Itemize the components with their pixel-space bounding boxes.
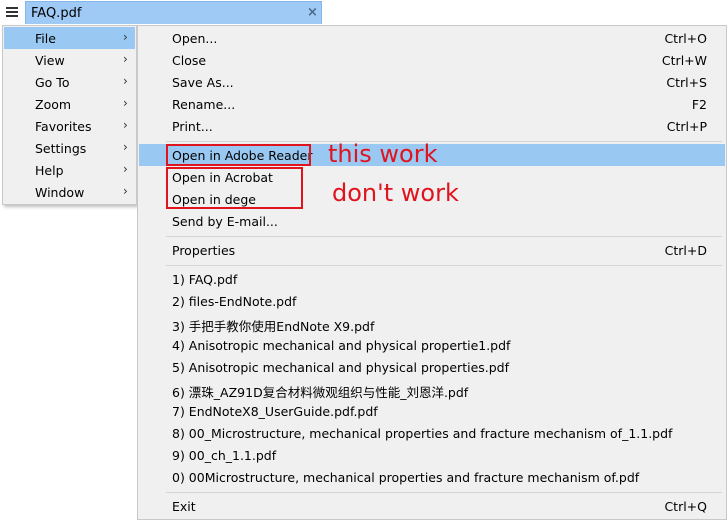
recent-file-item[interactable]: 0) 00Microstructure, mechanical properti…	[139, 466, 725, 488]
menu-item-label: Rename...	[172, 97, 236, 112]
menu-item-label: Properties	[172, 243, 236, 258]
save-as-menu-item[interactable]: Save As... Ctrl+S	[139, 71, 725, 93]
document-tab[interactable]: FAQ.pdf ×	[25, 1, 322, 24]
menu-item-label: Save As...	[172, 75, 234, 90]
annotation-box-not-works	[166, 167, 303, 209]
recent-file-label: 5) Anisotropic mechanical and physical p…	[172, 360, 510, 375]
menu-item-label: Window	[35, 185, 85, 200]
chevron-right-icon: ›	[123, 118, 128, 132]
menu-item-label: Zoom	[35, 97, 72, 112]
menu-item-label: View	[35, 53, 65, 68]
menu-item-label: Exit	[172, 499, 196, 514]
recent-file-label: 7) EndNoteX8_UserGuide.pdf.pdf	[172, 404, 378, 419]
print-menu-item[interactable]: Print... Ctrl+P	[139, 115, 725, 137]
exit-menu-item[interactable]: Exit Ctrl+Q	[139, 495, 725, 517]
recent-file-item[interactable]: 5) Anisotropic mechanical and physical p…	[139, 356, 725, 378]
chevron-right-icon: ›	[123, 96, 128, 110]
send-by-email-menu-item[interactable]: Send by E-mail...	[139, 210, 725, 232]
menu-separator	[166, 141, 722, 142]
shortcut-label: Ctrl+P	[666, 119, 707, 134]
close-tab-icon[interactable]: ×	[307, 5, 318, 20]
recent-file-label: 2) files-EndNote.pdf	[172, 294, 297, 309]
menu-item-view[interactable]: View ›	[4, 49, 135, 71]
shortcut-label: Ctrl+Q	[664, 499, 707, 514]
recent-file-label: 8) 00_Microstructure, mechanical propert…	[172, 426, 673, 441]
shortcut-label: Ctrl+D	[664, 243, 707, 258]
menu-item-label: Go To	[35, 75, 70, 90]
menu-item-label: Settings	[35, 141, 87, 156]
menu-item-label: Send by E-mail...	[172, 214, 278, 229]
recent-file-item[interactable]: 1) FAQ.pdf	[139, 268, 725, 290]
menu-item-goto[interactable]: Go To ›	[4, 71, 135, 93]
chevron-right-icon: ›	[123, 74, 128, 88]
recent-file-label: 1) FAQ.pdf	[172, 272, 238, 287]
menu-item-file[interactable]: File ›	[4, 27, 135, 49]
recent-file-label: 6) 漂珠_AZ91D复合材料微观组织与性能_刘恩洋.pdf	[172, 385, 469, 400]
menu-item-settings[interactable]: Settings ›	[4, 137, 135, 159]
menu-item-help[interactable]: Help ›	[4, 159, 135, 181]
chevron-right-icon: ›	[123, 162, 128, 176]
recent-file-item[interactable]: 7) EndNoteX8_UserGuide.pdf.pdf	[139, 400, 725, 422]
recent-file-label: 0) 00Microstructure, mechanical properti…	[172, 470, 640, 485]
menu-item-label: Open...	[172, 31, 218, 46]
menu-item-label: Close	[172, 53, 207, 68]
annotation-box-works	[166, 144, 311, 166]
menu-separator	[166, 492, 722, 493]
recent-file-item[interactable]: 8) 00_Microstructure, mechanical propert…	[139, 422, 725, 444]
menu-separator	[166, 236, 722, 237]
menu-separator	[166, 265, 722, 266]
close-menu-item[interactable]: Close Ctrl+W	[139, 49, 725, 71]
menu-item-label: Help	[35, 163, 64, 178]
recent-file-label: 3) 手把手教你使用EndNote X9.pdf	[172, 319, 375, 334]
shortcut-label: Ctrl+W	[661, 53, 707, 68]
annotation-this-work: this work	[328, 140, 438, 168]
open-menu-item[interactable]: Open... Ctrl+O	[139, 27, 725, 49]
shortcut-label: Ctrl+S	[666, 75, 707, 90]
recent-file-item[interactable]: 4) Anisotropic mechanical and physical p…	[139, 334, 725, 356]
chevron-right-icon: ›	[123, 140, 128, 154]
shortcut-label: F2	[691, 97, 707, 112]
menu-item-zoom[interactable]: Zoom ›	[4, 93, 135, 115]
shortcut-label: Ctrl+O	[664, 31, 707, 46]
hamburger-menu-icon[interactable]	[2, 2, 22, 22]
rename-menu-item[interactable]: Rename... F2	[139, 93, 725, 115]
recent-file-label: 9) 00_ch_1.1.pdf	[172, 448, 277, 463]
menu-item-label: Favorites	[35, 119, 92, 134]
menu-item-label: File	[35, 31, 56, 46]
tab-bar: FAQ.pdf ×	[0, 0, 727, 25]
recent-file-item[interactable]: 6) 漂珠_AZ91D复合材料微观组织与性能_刘恩洋.pdf	[139, 378, 725, 400]
chevron-right-icon: ›	[123, 30, 128, 44]
menu-item-favorites[interactable]: Favorites ›	[4, 115, 135, 137]
menu-item-window[interactable]: Window ›	[4, 181, 135, 203]
main-menu: File › View › Go To › Zoom › Favorites ›…	[2, 25, 137, 205]
recent-file-label: 4) Anisotropic mechanical and physical p…	[172, 338, 511, 353]
chevron-right-icon: ›	[123, 184, 128, 198]
recent-file-item[interactable]: 2) files-EndNote.pdf	[139, 290, 725, 312]
annotation-dont-work: don't work	[332, 179, 459, 207]
file-submenu: Open... Ctrl+O Close Ctrl+W Save As... C…	[137, 25, 727, 520]
chevron-right-icon: ›	[123, 52, 128, 66]
properties-menu-item[interactable]: Properties Ctrl+D	[139, 239, 725, 261]
tab-title: FAQ.pdf	[31, 6, 82, 21]
menu-item-label: Print...	[172, 119, 213, 134]
recent-file-item[interactable]: 3) 手把手教你使用EndNote X9.pdf	[139, 312, 725, 334]
recent-file-item[interactable]: 9) 00_ch_1.1.pdf	[139, 444, 725, 466]
